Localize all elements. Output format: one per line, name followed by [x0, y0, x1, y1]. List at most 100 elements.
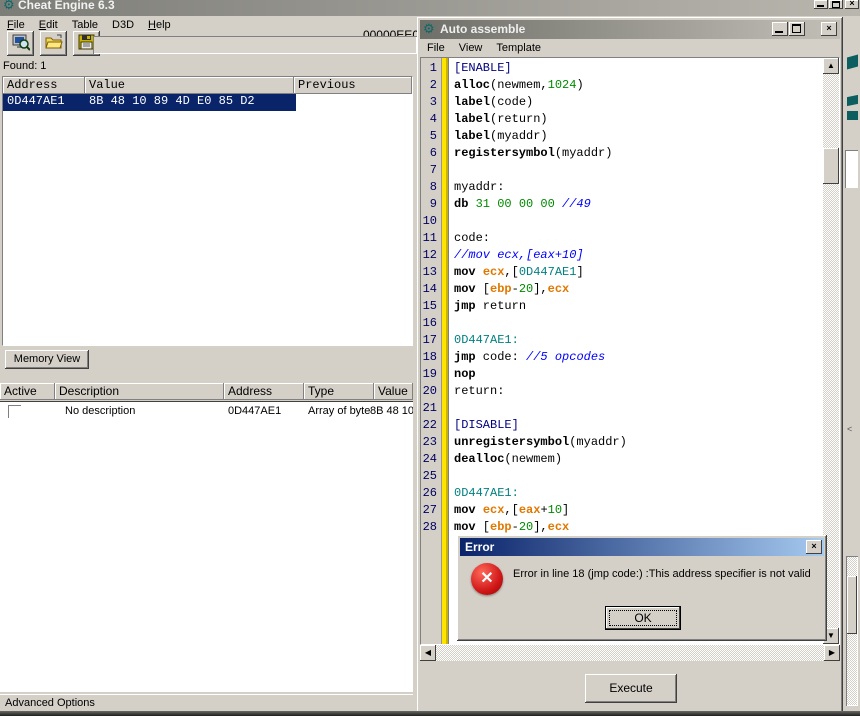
code-line[interactable]: 8myaddr:	[421, 179, 822, 196]
close-button-main[interactable]: ×	[845, 0, 859, 9]
background-icon	[847, 111, 858, 120]
gutter-marker	[440, 502, 449, 519]
code-line[interactable]: 25	[421, 468, 822, 485]
maximize-button-main[interactable]	[829, 0, 843, 9]
code-line[interactable]: 1[ENABLE]	[421, 60, 822, 77]
editor-hscrollbar[interactable]: ◀ ▶	[420, 645, 840, 661]
scroll-up-arrow[interactable]: ▲	[823, 58, 839, 74]
gutter-marker	[440, 77, 449, 94]
aa-menu-view[interactable]: View	[452, 40, 490, 56]
code-line[interactable]: 6registersymbol(myaddr)	[421, 145, 822, 162]
gutter-marker	[440, 213, 449, 230]
open-file-icon	[45, 34, 63, 50]
code-area[interactable]: 1[ENABLE]2alloc(newmem,1024)3 label(code)…	[421, 60, 822, 536]
code-text: label(code)	[449, 94, 533, 111]
code-line[interactable]: 7	[421, 162, 822, 179]
code-line[interactable]: 22[DISABLE]	[421, 417, 822, 434]
cheat-table-row[interactable]: No description 0D447AE1 Array of byte 8B…	[0, 402, 413, 421]
maximize-button[interactable]	[789, 22, 805, 36]
scrollbar-thumb[interactable]	[847, 576, 857, 634]
code-line[interactable]: 24dealloc(newmem)	[421, 451, 822, 468]
code-line[interactable]: 27mov ecx,[eax+10]	[421, 502, 822, 519]
found-col-address[interactable]: Address	[3, 77, 85, 94]
main-window-titlebar[interactable]: ⚙ Cheat Engine 6.3	[0, 0, 860, 16]
minimize-button-main[interactable]	[814, 0, 828, 9]
gutter-marker	[440, 519, 449, 536]
code-text: mov ecx,[0D447AE1]	[449, 264, 584, 281]
ct-col-address[interactable]: Address	[224, 383, 304, 400]
code-line[interactable]: 23unregistersymbol(myaddr)	[421, 434, 822, 451]
memory-view-button[interactable]: Memory View	[5, 350, 89, 369]
code-text: code:	[449, 230, 490, 247]
line-number: 6	[421, 145, 440, 162]
cheat-engine-icon: ⚙	[423, 21, 435, 37]
code-line[interactable]: 4label(return)	[421, 111, 822, 128]
line-number: 27	[421, 502, 440, 519]
minimize-button[interactable]	[772, 22, 788, 36]
aa-titlebar[interactable]: ⚙ Auto assemble ×	[420, 20, 840, 39]
line-number: 3	[421, 94, 440, 111]
found-list: Address Value Previous 0D447AE1 8B 48 10…	[2, 76, 413, 346]
code-text: //mov ecx,[eax+10]	[449, 247, 584, 264]
code-line[interactable]: 5label(myaddr)	[421, 128, 822, 145]
scrollbar-thumb[interactable]	[823, 148, 839, 184]
code-line[interactable]: 28mov [ebp-20],ecx	[421, 519, 822, 536]
error-titlebar[interactable]: Error ×	[460, 538, 824, 556]
aa-menu-file[interactable]: File	[420, 40, 452, 56]
code-line[interactable]: 11code:	[421, 230, 822, 247]
code-line[interactable]: 13mov ecx,[0D447AE1]	[421, 264, 822, 281]
focus-rectangle	[609, 610, 677, 626]
gutter-marker	[440, 179, 449, 196]
close-button[interactable]: ×	[821, 22, 837, 36]
execute-button[interactable]: Execute	[585, 674, 677, 703]
gutter-marker	[440, 434, 449, 451]
ct-col-description[interactable]: Description	[55, 383, 224, 400]
error-message: Error in line 18 (jmp code:) :This addre…	[513, 568, 813, 580]
ct-col-value[interactable]: Value	[374, 383, 413, 400]
aa-menu-template[interactable]: Template	[489, 40, 548, 56]
scroll-left-arrow[interactable]: ◀	[420, 645, 436, 661]
code-line[interactable]: 20return:	[421, 383, 822, 400]
code-line[interactable]: 21	[421, 400, 822, 417]
background-glyph: <	[847, 424, 852, 434]
advanced-options-bar[interactable]: Advanced Options	[0, 694, 413, 711]
active-checkbox[interactable]	[8, 405, 21, 418]
line-number: 2	[421, 77, 440, 94]
line-number: 18	[421, 349, 440, 366]
scroll-right-arrow[interactable]: ▶	[824, 645, 840, 661]
cheat-engine-icon: ⚙	[3, 0, 15, 13]
code-line[interactable]: 15jmp return	[421, 298, 822, 315]
menu-help[interactable]: Help	[141, 17, 178, 33]
code-line[interactable]: 18jmp code: //5 opcodes	[421, 349, 822, 366]
found-row-value: 8B 48 10 89 4D E0 85 D2	[85, 94, 255, 111]
line-number: 26	[421, 485, 440, 502]
code-line[interactable]: 19nop	[421, 366, 822, 383]
select-process-icon	[12, 34, 30, 51]
code-text: mov [ebp-20],ecx	[449, 281, 569, 298]
select-process-button[interactable]	[7, 31, 34, 56]
code-line[interactable]: 260D447AE1:	[421, 485, 822, 502]
ok-button[interactable]: OK	[605, 606, 681, 630]
code-line[interactable]: 2alloc(newmem,1024)	[421, 77, 822, 94]
code-line[interactable]: 12//mov ecx,[eax+10]	[421, 247, 822, 264]
code-line[interactable]: 9db 31 00 00 00 //49	[421, 196, 822, 213]
ct-col-active[interactable]: Active	[0, 383, 55, 400]
error-close-button[interactable]: ×	[806, 540, 822, 554]
code-line[interactable]: 170D447AE1:	[421, 332, 822, 349]
line-number: 28	[421, 519, 440, 536]
aa-menu-bar: File View Template	[420, 39, 840, 57]
found-col-value[interactable]: Value	[85, 77, 294, 94]
code-line[interactable]: 10	[421, 213, 822, 230]
background-scrollbar[interactable]	[846, 556, 858, 706]
found-row-selected[interactable]: 0D447AE1 8B 48 10 89 4D E0 85 D2	[3, 94, 296, 111]
code-text: label(myaddr)	[449, 128, 548, 145]
menu-d3d[interactable]: D3D	[105, 17, 141, 33]
code-text: [DISABLE]	[449, 417, 519, 434]
code-line[interactable]: 3 label(code)	[421, 94, 822, 111]
code-line[interactable]: 14mov [ebp-20],ecx	[421, 281, 822, 298]
found-col-previous[interactable]: Previous	[294, 77, 412, 94]
open-table-button[interactable]	[40, 31, 67, 56]
ct-col-type[interactable]: Type	[304, 383, 374, 400]
code-line[interactable]: 16	[421, 315, 822, 332]
code-text	[449, 213, 454, 230]
